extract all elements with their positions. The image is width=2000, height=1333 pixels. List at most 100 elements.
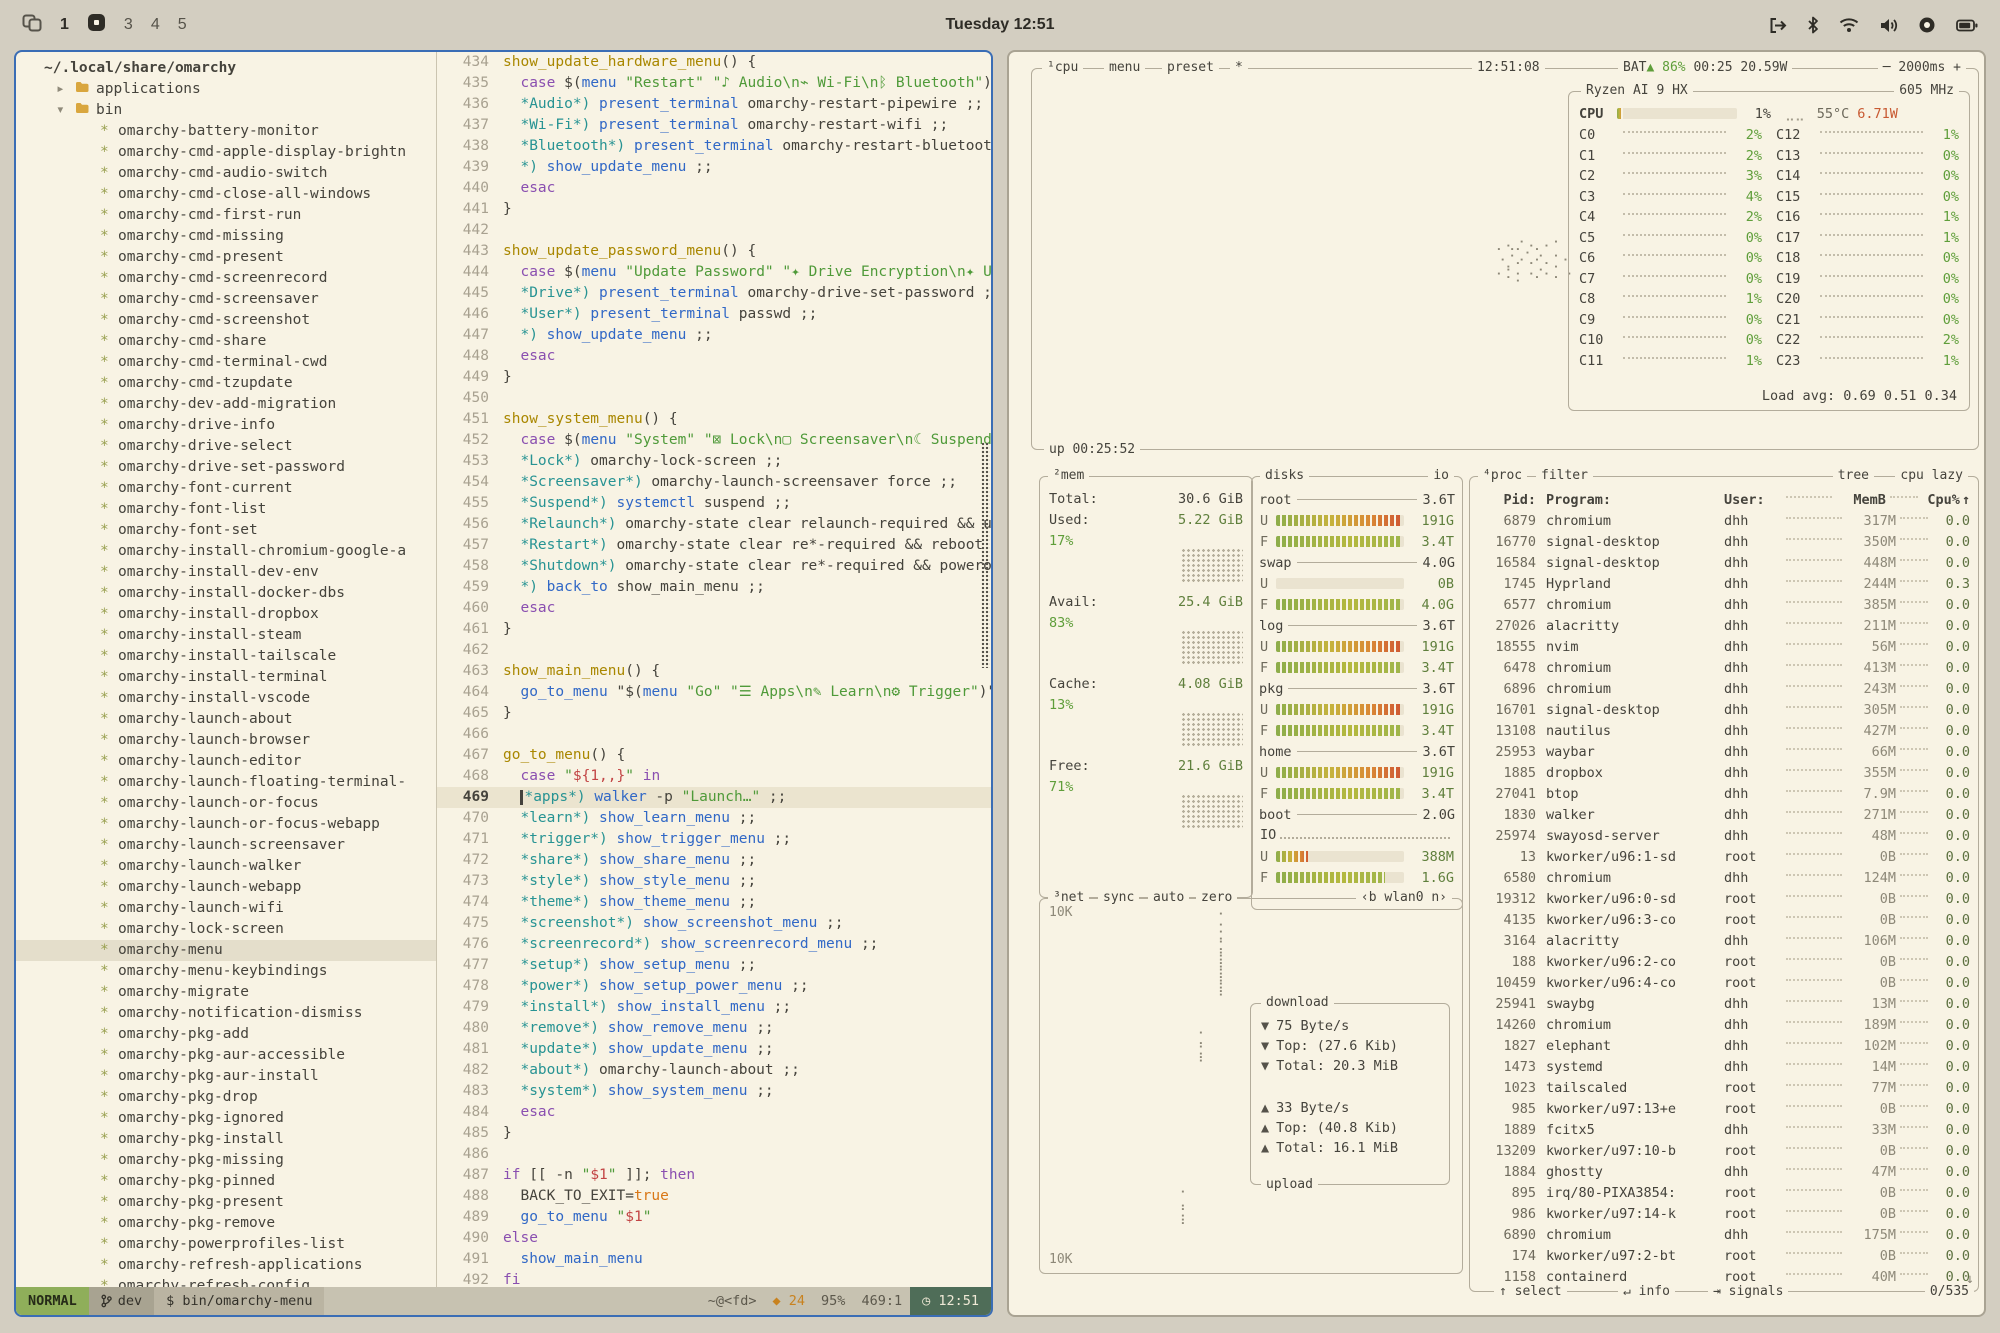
code-line[interactable]: 469 *apps*) walker -p "Launch…" ;; [437,787,991,808]
code-line[interactable]: 455 *Suspend*) systemctl suspend ;; [437,493,991,514]
process-row[interactable]: 1830walkerdhh271M0.0 [1478,804,1970,825]
code-line[interactable]: 470 *learn*) show_learn_menu ;; [437,808,991,829]
tree-file-item[interactable]: *omarchy-refresh-applications [16,1255,436,1276]
code-line[interactable]: 445 *Drive*) present_terminal omarchy-dr… [437,283,991,304]
interval-plus-button[interactable]: + [1953,60,1961,75]
code-line[interactable]: 443show_update_password_menu() { [437,241,991,262]
tree-file-item[interactable]: *omarchy-cmd-present [16,247,436,268]
tree-file-item[interactable]: *omarchy-powerprofiles-list [16,1234,436,1255]
process-row[interactable]: 6879chromiumdhh317M0.0 [1478,510,1970,531]
tree-file-item[interactable]: *omarchy-launch-about [16,709,436,730]
filter-button[interactable]: filter [1536,467,1593,485]
tree-file-item[interactable]: *omarchy-cmd-screensaver [16,289,436,310]
process-row[interactable]: 14260chromiumdhh189M0.0 [1478,1014,1970,1035]
tree-file-item[interactable]: *omarchy-launch-wifi [16,898,436,919]
tree-file-item[interactable]: *omarchy-cmd-tzupdate [16,373,436,394]
process-row[interactable]: 188kworker/u96:2-coroot0B0.0 [1478,951,1970,972]
tree-file-item[interactable]: *omarchy-install-dev-env [16,562,436,583]
tree-file-item[interactable]: *omarchy-cmd-missing [16,226,436,247]
code-line[interactable]: 447 *) show_update_menu ;; [437,325,991,346]
process-row[interactable]: 1827elephantdhh102M0.0 [1478,1035,1970,1056]
file-tree-panel[interactable]: ~/.local/share/omarchy ▸ applications ▾ … [16,52,437,1287]
code-line[interactable]: 480 *remove*) show_remove_menu ;; [437,1018,991,1039]
code-line[interactable]: 472 *share*) show_share_menu ;; [437,850,991,871]
process-row[interactable]: 18555nvimdhh56M0.0 [1478,636,1970,657]
tree-file-item[interactable]: *omarchy-install-tailscale [16,646,436,667]
scrollbar-thumb[interactable] [981,442,990,668]
process-row[interactable]: 1023tailscaledroot77M0.0 [1478,1077,1970,1098]
code-line[interactable]: 438 *Bluetooth*) present_terminal omarch… [437,136,991,157]
tree-file-item[interactable]: *omarchy-launch-webapp [16,877,436,898]
tree-file-item[interactable]: *omarchy-pkg-aur-accessible [16,1045,436,1066]
menu-button[interactable]: menu [1104,59,1145,77]
process-row[interactable]: 1473systemddhh14M0.0 [1478,1056,1970,1077]
scroll-down-icon[interactable]: ↓ [1966,1271,1974,1287]
process-row[interactable]: 16770signal-desktopdhh350M0.0 [1478,531,1970,552]
tree-file-item[interactable]: *omarchy-pkg-missing [16,1150,436,1171]
process-row[interactable]: 174kworker/u97:2-btroot0B0.0 [1478,1245,1970,1266]
screen-record-icon[interactable] [1918,16,1936,34]
signals-hint[interactable]: ⇥ signals [1708,1283,1788,1301]
tree-file-item[interactable]: *omarchy-pkg-remove [16,1213,436,1234]
tree-file-item[interactable]: *omarchy-launch-editor [16,751,436,772]
process-row[interactable]: 985kworker/u97:13+eroot0B0.0 [1478,1098,1970,1119]
tree-toggle-button[interactable]: tree [1833,467,1874,485]
tree-file-item[interactable]: *omarchy-pkg-ignored [16,1108,436,1129]
tree-file-item[interactable]: *omarchy-pkg-pinned [16,1171,436,1192]
tree-file-item[interactable]: *omarchy-install-docker-dbs [16,583,436,604]
process-row[interactable]: 895irq/80-PIXA3854:root0B0.0 [1478,1182,1970,1203]
tree-file-item[interactable]: *omarchy-install-dropbox [16,604,436,625]
code-line[interactable]: 464 go_to_menu "$(menu "Go" "☰ Apps\n✎ L… [437,682,991,703]
process-row[interactable]: 19312kworker/u96:0-sdroot0B0.0 [1478,888,1970,909]
process-row[interactable]: 16584signal-desktopdhh448M0.0 [1478,552,1970,573]
tree-file-item[interactable]: *omarchy-menu-keybindings [16,961,436,982]
code-line[interactable]: 485} [437,1123,991,1144]
code-line[interactable]: 456 *Relaunch*) omarchy-state clear rela… [437,514,991,535]
code-line[interactable]: 467go_to_menu() { [437,745,991,766]
code-line[interactable]: 468 case "${1,,}" in [437,766,991,787]
code-line[interactable]: 488 BACK_TO_EXIT=true [437,1186,991,1207]
tree-file-item[interactable]: *omarchy-launch-floating-terminal- [16,772,436,793]
tree-file-item[interactable]: *omarchy-migrate [16,982,436,1003]
interval-minus-button[interactable]: ─ [1883,60,1891,75]
select-hint[interactable]: ↑ select [1494,1283,1567,1301]
tree-file-item[interactable]: *omarchy-font-current [16,478,436,499]
code-line[interactable]: 489 go_to_menu "$1" [437,1207,991,1228]
code-line[interactable]: 479 *install*) show_install_menu ;; [437,997,991,1018]
code-line[interactable]: 460 esac [437,598,991,619]
code-line[interactable]: 492fi [437,1270,991,1287]
code-line[interactable]: 439 *) show_update_menu ;; [437,157,991,178]
code-line[interactable]: 436 *Audio*) present_terminal omarchy-re… [437,94,991,115]
code-line[interactable]: 463show_main_menu() { [437,661,991,682]
tree-folder-applications[interactable]: ▸ applications [16,79,436,100]
tree-file-item[interactable]: *omarchy-battery-monitor [16,121,436,142]
memory-box-title[interactable]: ²mem [1048,467,1089,485]
column-memb[interactable]: MemB [1836,492,1886,508]
code-line[interactable]: 478 *power*) show_setup_power_menu ;; [437,976,991,997]
code-line[interactable]: 487if [[ -n "$1" ]]; then [437,1165,991,1186]
tree-file-item[interactable]: *omarchy-cmd-screenshot [16,310,436,331]
code-line[interactable]: 461} [437,619,991,640]
code-line[interactable]: 434show_update_hardware_menu() { [437,52,991,73]
tree-file-item[interactable]: *omarchy-install-vscode [16,688,436,709]
code-line[interactable]: 451show_system_menu() { [437,409,991,430]
tree-file-item[interactable]: *omarchy-pkg-install [16,1129,436,1150]
code-line[interactable]: 437 *Wi-Fi*) present_terminal omarchy-re… [437,115,991,136]
tree-file-item[interactable]: *omarchy-dev-add-migration [16,394,436,415]
code-editor[interactable]: 434show_update_hardware_menu() {435 case… [437,52,991,1287]
info-hint[interactable]: ↵ info [1618,1283,1675,1301]
code-line[interactable]: 483 *system*) show_system_menu ;; [437,1081,991,1102]
process-row[interactable]: 1885dropboxdhh355M0.0 [1478,762,1970,783]
tree-file-item[interactable]: *omarchy-drive-info [16,415,436,436]
code-line[interactable]: 482 *about*) omarchy-launch-about ;; [437,1060,991,1081]
tree-file-item[interactable]: *omarchy-launch-or-focus [16,793,436,814]
process-row[interactable]: 6577chromiumdhh385M0.0 [1478,594,1970,615]
tree-file-item[interactable]: *omarchy-install-terminal [16,667,436,688]
wifi-icon[interactable] [1839,17,1859,33]
column-cpu[interactable]: Cpu% [1922,492,1960,508]
code-line[interactable]: 465} [437,703,991,724]
code-line[interactable]: 457 *Restart*) omarchy-state clear re*-r… [437,535,991,556]
process-row[interactable]: 13209kworker/u97:10-broot0B0.0 [1478,1140,1970,1161]
tree-file-item[interactable]: *omarchy-install-chromium-google-a [16,541,436,562]
process-row[interactable]: 6478chromiumdhh413M0.0 [1478,657,1970,678]
